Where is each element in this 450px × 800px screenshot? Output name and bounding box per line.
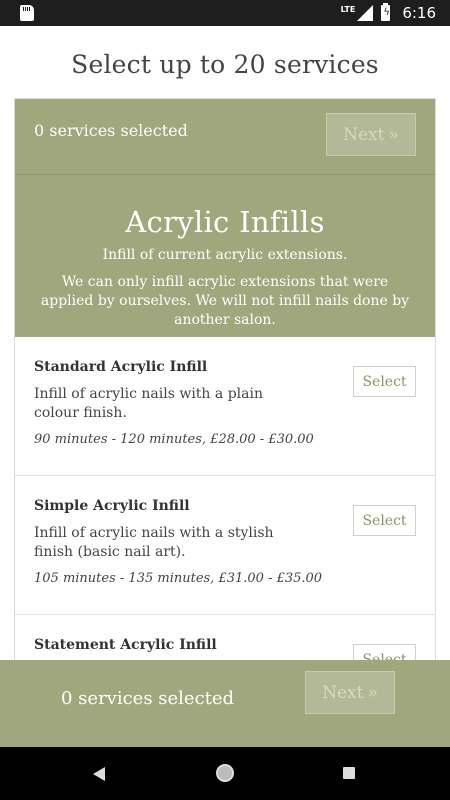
category-title: Acrylic Infills xyxy=(125,205,325,239)
battery-icon: ϟ xyxy=(381,3,391,21)
network-type: LTE xyxy=(340,4,356,14)
sd-card-icon xyxy=(20,5,34,21)
navigation-bar xyxy=(0,747,450,800)
category-description: Infill of current acrylic extensions. xyxy=(102,247,348,263)
back-icon[interactable] xyxy=(93,767,105,781)
selection-header: 0 services selected Next » xyxy=(15,99,435,175)
status-icons: LTE ϟ 6:16 xyxy=(340,3,436,22)
next-button[interactable]: Next » xyxy=(305,671,395,714)
service-item: Simple Acrylic Infill Infill of acrylic … xyxy=(15,476,435,615)
select-button[interactable]: Select xyxy=(353,366,416,397)
status-bar: LTE ϟ 6:16 xyxy=(0,0,450,26)
service-item: Standard Acrylic Infill Infill of acryli… xyxy=(15,337,435,476)
service-duration-price: 105 minutes - 135 minutes, £31.00 - £35.… xyxy=(34,571,323,586)
next-label: Next xyxy=(322,682,364,703)
signal-icon xyxy=(357,5,374,21)
selected-count: 0 services selected xyxy=(34,121,188,140)
double-chevron-right-icon: » xyxy=(388,124,399,145)
home-icon[interactable] xyxy=(216,764,234,782)
service-duration-price: 90 minutes - 120 minutes, £28.00 - £30.0… xyxy=(34,432,314,447)
selected-count: 0 services selected xyxy=(61,688,235,709)
select-button[interactable]: Select xyxy=(353,505,416,536)
next-button[interactable]: Next » xyxy=(326,113,416,156)
selection-footer: 0 services selected Next » xyxy=(0,660,450,747)
category-header: Acrylic Infills Infill of current acryli… xyxy=(15,175,435,337)
clock: 6:16 xyxy=(402,4,436,22)
category-note: We can only infill acrylic extensions th… xyxy=(40,274,410,328)
next-label: Next xyxy=(343,124,385,145)
recent-apps-icon[interactable] xyxy=(343,767,355,779)
double-chevron-right-icon: » xyxy=(367,682,378,703)
services-card: 0 services selected Next » Acrylic Infil… xyxy=(14,98,436,668)
page-title: Select up to 20 services xyxy=(71,50,379,79)
service-description: Infill of acrylic nails with a stylish f… xyxy=(34,525,274,560)
service-description: Infill of acrylic nails with a plain col… xyxy=(34,386,263,421)
